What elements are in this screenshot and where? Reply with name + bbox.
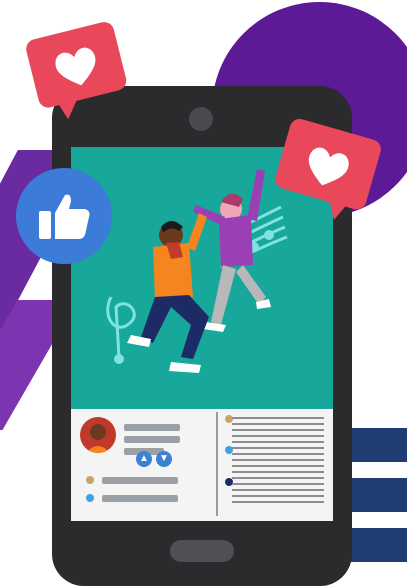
comment-avatar [86,476,94,484]
thumbs-up-icon[interactable]: ▲ [136,451,152,467]
dancer-man [127,213,209,373]
avatar[interactable] [80,417,116,453]
heart-icon[interactable] [20,20,132,120]
thumbs-up-icon[interactable] [16,168,112,264]
panel-divider [216,412,218,516]
camera-icon [189,107,213,131]
comment-placeholder [102,495,178,502]
dancer-woman [193,169,271,332]
caption-placeholder [124,436,180,443]
username-placeholder [124,424,180,431]
comment-avatar [86,494,94,502]
heart-icon[interactable] [268,118,386,222]
home-button[interactable] [170,540,234,562]
text-lines-placeholder [232,417,324,507]
thumbs-down-icon[interactable]: ▼ [156,451,172,467]
comment-placeholder [102,477,178,484]
